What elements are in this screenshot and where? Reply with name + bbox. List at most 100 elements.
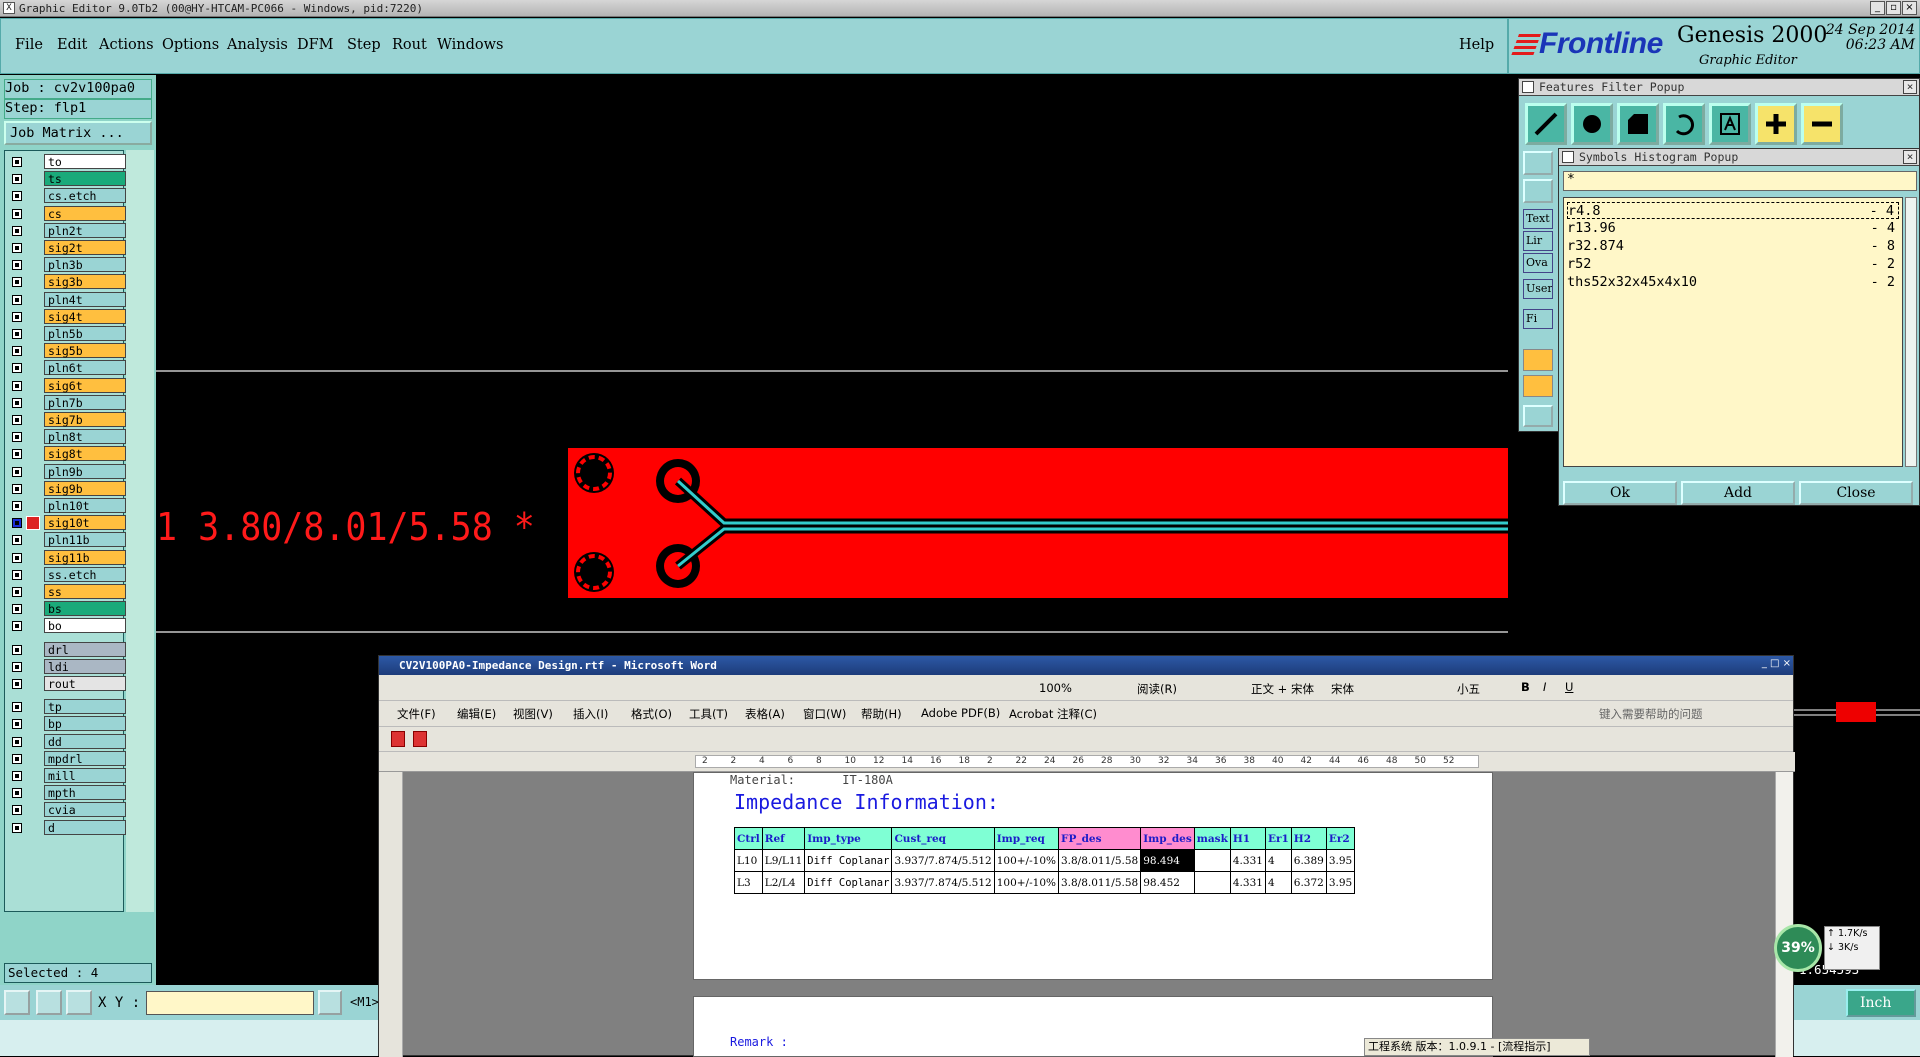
- filter-checkbox[interactable]: Fi: [1523, 309, 1553, 329]
- layer-checkbox[interactable]: [12, 466, 22, 477]
- zoom-value[interactable]: 100%: [1039, 681, 1072, 695]
- layer-checkbox[interactable]: [12, 518, 22, 529]
- layer-name[interactable]: sig7b: [44, 412, 126, 427]
- layer-row-sig5b[interactable]: sig5b: [8, 343, 130, 359]
- layer-row-sig10t[interactable]: sig10t: [8, 515, 130, 531]
- layer-name[interactable]: mpdrl: [44, 750, 126, 766]
- layer-name[interactable]: pln10t: [44, 498, 126, 513]
- layer-row-mpth[interactable]: mpth: [8, 785, 130, 801]
- layer-name[interactable]: bp: [44, 716, 126, 732]
- filter-color-swatch[interactable]: [1523, 349, 1553, 371]
- word-menu-format[interactable]: 格式(O): [631, 706, 672, 722]
- layer-row-pln7b[interactable]: pln7b: [8, 394, 130, 411]
- ok-button[interactable]: Ok: [1563, 481, 1677, 505]
- layer-checkbox[interactable]: [12, 208, 22, 219]
- word-menu-table[interactable]: 表格(A): [745, 706, 785, 722]
- word-menu-view[interactable]: 视图(V): [513, 706, 553, 722]
- line-option[interactable]: Lir: [1523, 231, 1553, 251]
- layer-row-ss-etch[interactable]: ss.etch: [8, 566, 130, 583]
- pdf-icon[interactable]: [413, 731, 427, 747]
- minus-button[interactable]: [1801, 103, 1843, 145]
- font-select[interactable]: 宋体: [1331, 681, 1354, 697]
- layer-row-sig4t[interactable]: sig4t: [8, 308, 130, 325]
- add-button[interactable]: Add: [1681, 481, 1795, 505]
- layer-name[interactable]: pln2t: [44, 222, 126, 238]
- layer-name[interactable]: pln11b: [44, 532, 126, 548]
- layer-name[interactable]: pln3b: [44, 257, 126, 273]
- layer-row-to[interactable]: to: [8, 154, 130, 170]
- layer-row-sig2t[interactable]: sig2t: [8, 240, 130, 256]
- layer-name[interactable]: sig8t: [44, 446, 126, 462]
- filter-action-button[interactable]: [1523, 405, 1553, 427]
- style-select[interactable]: 正文 + 宋体: [1251, 681, 1314, 697]
- layer-row-pln8t[interactable]: pln8t: [8, 429, 130, 445]
- symbol-row[interactable]: r32.874- 8: [1567, 238, 1899, 255]
- layer-name[interactable]: ts: [44, 171, 126, 187]
- layer-checkbox[interactable]: [12, 753, 22, 764]
- layer-name[interactable]: sig5b: [44, 343, 126, 359]
- bold-button[interactable]: B: [1521, 680, 1530, 694]
- word-window-controls[interactable]: _ □ ×: [1739, 658, 1791, 673]
- layer-name[interactable]: dd: [44, 733, 126, 749]
- layer-name[interactable]: cs: [44, 205, 126, 221]
- user-option[interactable]: User: [1523, 279, 1553, 299]
- layer-checkbox[interactable]: [12, 157, 22, 167]
- layer-checkbox[interactable]: [12, 380, 22, 391]
- underline-button[interactable]: U: [1565, 680, 1573, 694]
- layer-checkbox[interactable]: [12, 225, 22, 236]
- symbol-list-scrollbar[interactable]: [1905, 197, 1917, 467]
- layer-checkbox[interactable]: [12, 661, 22, 672]
- layer-name[interactable]: bs: [44, 601, 126, 617]
- pdf-icon[interactable]: [391, 731, 405, 747]
- layer-checkbox[interactable]: [12, 822, 22, 833]
- menu-actions[interactable]: Actions: [99, 37, 154, 53]
- layer-checkbox[interactable]: [12, 679, 22, 689]
- layer-row-rout[interactable]: rout: [8, 676, 130, 692]
- layer-row-cs-etch[interactable]: cs.etch: [8, 188, 130, 204]
- zoom-icon[interactable]: [4, 990, 30, 1015]
- layer-row-cvia[interactable]: cvia: [8, 802, 130, 818]
- layer-checkbox[interactable]: [12, 191, 22, 202]
- menu-windows[interactable]: Windows: [437, 37, 504, 53]
- word-menu-adobe-pdf[interactable]: Adobe PDF(B): [921, 706, 1000, 720]
- layer-checkbox[interactable]: [12, 644, 22, 655]
- layer-row-pln5b[interactable]: pln5b: [8, 326, 130, 342]
- layer-checkbox[interactable]: [12, 260, 22, 271]
- job-matrix-button[interactable]: Job Matrix ...: [4, 121, 152, 145]
- layer-row-pln10t[interactable]: pln10t: [8, 498, 130, 514]
- layer-row-pln3b[interactable]: pln3b: [8, 257, 130, 273]
- word-menu-acrobat[interactable]: Acrobat 注释(C): [1009, 706, 1097, 722]
- layer-row-tp[interactable]: tp: [8, 699, 130, 715]
- layer-name[interactable]: ss: [44, 584, 126, 599]
- oval-option[interactable]: Ova: [1523, 253, 1553, 273]
- layer-row-sig7b[interactable]: sig7b: [8, 412, 130, 428]
- word-menu-window[interactable]: 窗口(W): [803, 706, 846, 722]
- word-page[interactable]: Material: IT-180A Impedance Information:…: [693, 772, 1493, 980]
- layer-name[interactable]: sig3b: [44, 274, 126, 290]
- layer-row-pln4t[interactable]: pln4t: [8, 291, 130, 308]
- layer-checkbox[interactable]: [12, 569, 22, 580]
- layer-name[interactable]: pln9b: [44, 463, 126, 479]
- layer-row-pln9b[interactable]: pln9b: [8, 463, 130, 480]
- layer-row-sig9b[interactable]: sig9b: [8, 480, 130, 497]
- layer-name[interactable]: rout: [44, 676, 126, 691]
- layer-row-d[interactable]: d: [8, 819, 130, 836]
- layer-name[interactable]: pln6t: [44, 360, 126, 376]
- minimize-button[interactable]: _: [1870, 1, 1885, 15]
- layer-checkbox[interactable]: [12, 736, 22, 747]
- layer-row-pln11b[interactable]: pln11b: [8, 532, 130, 548]
- layer-checkbox[interactable]: [12, 277, 22, 288]
- layer-row-cs[interactable]: cs: [8, 205, 130, 222]
- layer-row-ldi[interactable]: ldi: [8, 658, 130, 675]
- symbol-row[interactable]: ths52x32x45x4x10- 2: [1567, 274, 1899, 291]
- layer-row-sig11b[interactable]: sig11b: [8, 549, 130, 566]
- layer-list[interactable]: to ts cs.etch cs pln2t sig2t pln3b sig3b pln4t si…: [4, 150, 126, 912]
- layer-row-drl[interactable]: drl: [8, 641, 130, 658]
- word-menu-insert[interactable]: 插入(I): [573, 706, 608, 722]
- layer-checkbox[interactable]: [12, 552, 22, 563]
- layer-row-sig8t[interactable]: sig8t: [8, 446, 130, 462]
- layer-row-bo[interactable]: bo: [8, 618, 130, 634]
- symbol-filter-input[interactable]: *: [1563, 171, 1917, 191]
- layer-checkbox[interactable]: [12, 243, 22, 253]
- layer-checkbox[interactable]: [12, 535, 22, 546]
